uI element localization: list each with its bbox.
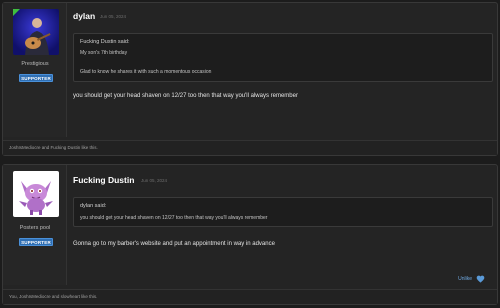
- quote-author[interactable]: Fucking Dustin said:: [80, 39, 130, 45]
- online-indicator-icon: [13, 9, 20, 16]
- supporter-badge: SUPPORTER: [19, 74, 53, 82]
- quote-text: My son's 7th birthday: [80, 50, 128, 56]
- user-info: Posters pool SUPPORTER: [3, 165, 67, 285]
- unlike-button[interactable]: Unlike: [458, 275, 485, 283]
- user-title: Prestigious: [21, 61, 49, 67]
- user-title: Posters pool: [19, 225, 51, 231]
- avatar[interactable]: [13, 171, 59, 217]
- supporter-badge: SUPPORTER: [19, 238, 53, 246]
- likes-summary[interactable]: You, JoshIsMediocre and slowheart like t…: [3, 289, 497, 304]
- quote-text: you should get your head shaven on 12/27…: [80, 215, 268, 221]
- quote-block: Fucking Dustin said: My son's 7th birthd…: [73, 33, 493, 82]
- likes-summary[interactable]: JoshIsMediocre and Fucking Dustin like t…: [3, 140, 497, 155]
- quote-block: dylan said: you should get your head sha…: [73, 197, 493, 227]
- quote-author[interactable]: dylan said:: [80, 203, 106, 209]
- post-dylan: Prestigious SUPPORTER dylan Jun 05, 2024…: [2, 2, 498, 156]
- username[interactable]: dylan: [73, 11, 95, 21]
- heart-icon[interactable]: [476, 275, 485, 283]
- post-date[interactable]: Jun 05, 2024: [141, 178, 167, 183]
- post-message: Gonna go to my barber's website and put …: [73, 241, 275, 247]
- quote-text: Glad to know he shares it with such a mo…: [80, 69, 212, 75]
- username[interactable]: Fucking Dustin: [73, 175, 134, 185]
- post-date[interactable]: Jun 05, 2024: [100, 14, 126, 19]
- unlike-label[interactable]: Unlike: [458, 276, 472, 282]
- post-message: you should get your head shaven on 12/27…: [73, 93, 298, 99]
- post-fucking-dustin: Posters pool SUPPORTER Fucking Dustin Ju…: [2, 164, 498, 305]
- user-info: Prestigious SUPPORTER: [3, 3, 67, 137]
